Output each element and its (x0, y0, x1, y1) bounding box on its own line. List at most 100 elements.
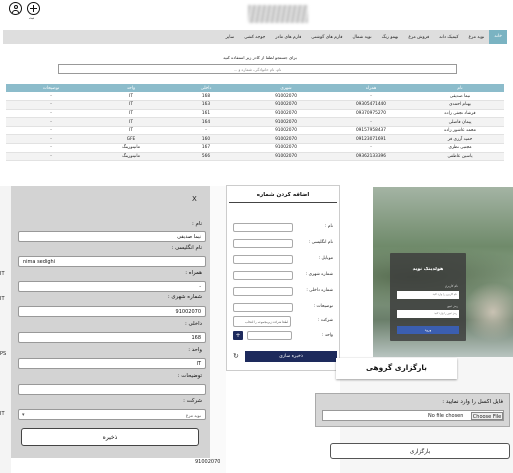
cell-internal: 566 (166, 152, 246, 162)
table-row[interactable]: - IT 168 91002070- نیما صدیقی (6, 92, 504, 102)
bulk-upload-title-box: بارگزاری گروهی (336, 358, 457, 379)
english-name-field[interactable]: nima sedighi (18, 256, 206, 267)
add-name-label: نام : (325, 224, 333, 229)
unit-field[interactable]: IT (18, 358, 206, 369)
add-company-label: شرکت : (317, 318, 333, 323)
add-mobile-label: موبایل : (318, 256, 333, 261)
file-input[interactable]: No file chosen Choose File (322, 410, 504, 421)
table-row[interactable]: - IT -91002070 09157958437 محمد عاشور زاده (6, 126, 504, 136)
upload-button[interactable]: بارگزاری (330, 443, 510, 459)
table-row[interactable]: - مانیتورینگ 167 91002070- مجتبی نظری (6, 143, 504, 153)
add-unit-field[interactable] (247, 331, 292, 340)
cell-mobile: - (326, 117, 416, 127)
landscape-road (463, 282, 513, 342)
cell-name: مجتبی نظری (416, 143, 504, 153)
close-button[interactable]: X (192, 195, 197, 203)
col-desc: توضیحات (6, 84, 96, 92)
add-city-field[interactable] (233, 271, 293, 280)
cell-desc: - (6, 100, 96, 110)
cell-mobile: 09362133396 (326, 152, 416, 162)
table-row[interactable]: - GFE 160 91002070 09123071691 حمید آرزی فر (6, 134, 504, 145)
nav-item-6[interactable]: فارم های گوشتی (306, 35, 347, 40)
add-unit-button[interactable]: + (233, 331, 243, 340)
login-submit-button[interactable]: ورود (397, 326, 459, 334)
cell-unit: GFE (96, 134, 166, 145)
user-circle-icon[interactable] (9, 2, 22, 15)
nav-item-3[interactable]: فروش مرغ (403, 35, 434, 40)
col-mobile: همراه (326, 84, 416, 92)
table-row[interactable]: - IT 163 91002070 09305471440 بهنام احمدی (6, 100, 504, 110)
cell-internal: 163 (166, 100, 246, 110)
add-name-field[interactable] (233, 223, 293, 232)
description-field[interactable] (18, 384, 206, 395)
add-desc-label: توضیحات : (313, 304, 333, 309)
main-nav: خانه نوید مرغ کیمیک دانه فروش مرغ بهمو ر… (3, 30, 507, 44)
nav-item-7[interactable]: فارم های مادر (270, 35, 306, 40)
mobile-field[interactable]: - (18, 281, 206, 292)
add-mobile-field[interactable] (233, 255, 293, 264)
cell-desc: - (6, 134, 96, 145)
search-placeholder: نام، نام خانوادگی، شماره و ... (233, 67, 282, 73)
peek-unit: IT (0, 271, 5, 277)
cell-mobile: 09157958437 (326, 126, 416, 136)
refresh-icon[interactable]: ↻ (233, 352, 239, 360)
company-select[interactable]: نوید مرغ ▾ (18, 409, 206, 420)
peek-unit: IT (0, 411, 5, 417)
cell-city: 91002070 (246, 134, 326, 145)
login-card: هولدینگ نوید نام کاربری نام کاربری را وا… (390, 253, 466, 341)
bulk-upload-title: بارگزاری گروهی (366, 363, 427, 372)
add-company-select[interactable]: لطفا شرکت زیرمجموعه را انتخاب (233, 316, 291, 327)
cell-unit: IT (96, 126, 166, 136)
add-internal-field[interactable] (233, 287, 293, 296)
name-label: نام : (191, 221, 202, 227)
nav-item-home[interactable]: خانه (489, 30, 507, 44)
add-save-button[interactable]: ذخیره سازی (245, 351, 337, 362)
cell-desc: - (6, 92, 96, 102)
cell-mobile: 09123071691 (326, 134, 416, 145)
nav-item-1[interactable]: نوید مرغ (464, 35, 490, 40)
cell-desc: - (6, 152, 96, 162)
mobile-label: همراه : (185, 270, 202, 276)
nav-item-2[interactable]: کیمیک دانه (434, 35, 463, 40)
title-divider (229, 202, 337, 203)
nav-item-8[interactable]: جوجه کشی (239, 35, 270, 40)
cell-internal: 168 (166, 92, 246, 102)
table-row[interactable]: - IT 161 91002070 09370975270 فرشاد نجفی زاده (6, 109, 504, 119)
internal-field[interactable]: 168 (18, 332, 206, 343)
cell-mobile: - (326, 143, 416, 153)
cell-mobile: - (326, 92, 416, 102)
cell-unit: مانیتورینگ (96, 152, 166, 162)
add-desc-field[interactable] (233, 303, 293, 312)
cell-city: 91002070 (246, 117, 326, 127)
nav-item-5[interactable]: نوید شمال (347, 35, 376, 40)
cell-unit: مانیتورینگ (96, 143, 166, 153)
nav-item-9[interactable]: سایر (221, 35, 240, 40)
choose-file-button[interactable]: Choose File (471, 411, 503, 420)
cell-desc: - (6, 143, 96, 153)
password-label: رمز عبور (446, 304, 458, 308)
table-row[interactable]: - IT 164 91002070- پیمان فاضلی (6, 117, 504, 127)
name-field[interactable]: نیما صدیقی (18, 231, 206, 242)
company-select-value: نوید مرغ (185, 413, 201, 418)
cell-unit: IT (96, 92, 166, 102)
company-label: شرکت : (183, 398, 202, 404)
plus-circle-icon[interactable] (27, 2, 40, 15)
no-file-text: No file chosen (428, 413, 464, 419)
cell-city: 91002070 (246, 126, 326, 136)
save-button[interactable]: ذخیره (21, 428, 199, 446)
cell-name: فرشاد نجفی زاده (416, 109, 504, 119)
peek-unit: PS (0, 351, 7, 357)
nav-item-4[interactable]: بهمو رنگ (377, 35, 404, 40)
city-number-field[interactable]: 91002070 (18, 306, 206, 317)
search-input[interactable]: نام، نام خانوادگی، شماره و ... (58, 64, 457, 74)
table-row[interactable]: - مانیتورینگ 566 91002070 09362133396 یاسین ع… (6, 152, 504, 162)
col-name: نام (416, 84, 504, 92)
cell-internal: 161 (166, 109, 246, 119)
cell-desc: - (6, 109, 96, 119)
cell-internal: 167 (166, 143, 246, 153)
peek-city-value: 91002070 (195, 459, 221, 465)
password-input[interactable]: رمز عبور را وارد کنید (397, 310, 459, 318)
cell-name: یاسین عاطفی (416, 152, 504, 162)
add-english-field[interactable] (233, 239, 293, 248)
username-input[interactable]: نام کاربری را وارد کنید (397, 291, 459, 299)
